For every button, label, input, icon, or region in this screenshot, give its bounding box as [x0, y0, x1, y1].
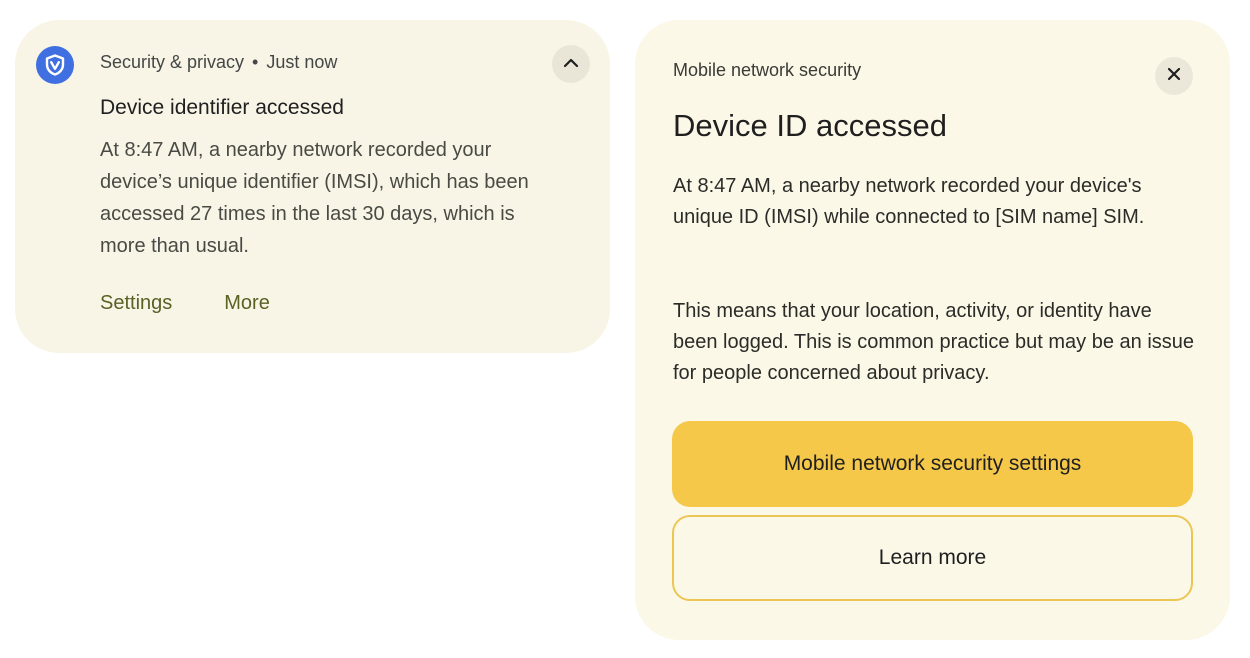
- shield-icon: [36, 46, 74, 84]
- collapse-button[interactable]: [552, 45, 590, 83]
- header-separator: •: [252, 52, 259, 72]
- app-name: Security & privacy: [100, 52, 245, 72]
- dialog-paragraph-1: At 8:47 AM, a nearby network recorded yo…: [673, 175, 1145, 228]
- more-action[interactable]: More: [224, 292, 270, 315]
- dialog-title: Device ID accessed: [673, 108, 947, 143]
- notification-card[interactable]: Security & privacy • Just now Device ident…: [15, 20, 610, 353]
- notification-title: Device identifier accessed: [100, 96, 344, 119]
- dialog-paragraph-2: This means that your location, activity,…: [673, 300, 1195, 384]
- learn-more-button[interactable]: Learn more: [672, 515, 1193, 601]
- notification-actions: Settings More: [100, 292, 270, 315]
- close-icon: [1167, 67, 1181, 86]
- dialog-overline: Mobile network security: [673, 60, 862, 80]
- settings-action[interactable]: Settings: [100, 292, 172, 315]
- notification-header: Security & privacy • Just now: [100, 52, 337, 73]
- notification-time: Just now: [266, 52, 338, 72]
- primary-button-label: Mobile network security settings: [783, 452, 1082, 475]
- mobile-network-security-settings-button[interactable]: Mobile network security settings: [672, 421, 1193, 507]
- secondary-button-label: Learn more: [878, 546, 987, 569]
- notification-body: At 8:47 AM, a nearby network recorded yo…: [100, 139, 529, 257]
- close-button[interactable]: [1155, 57, 1193, 95]
- chevron-up-icon: [563, 55, 579, 73]
- dialog-card: Mobile network security Device ID access…: [635, 20, 1230, 640]
